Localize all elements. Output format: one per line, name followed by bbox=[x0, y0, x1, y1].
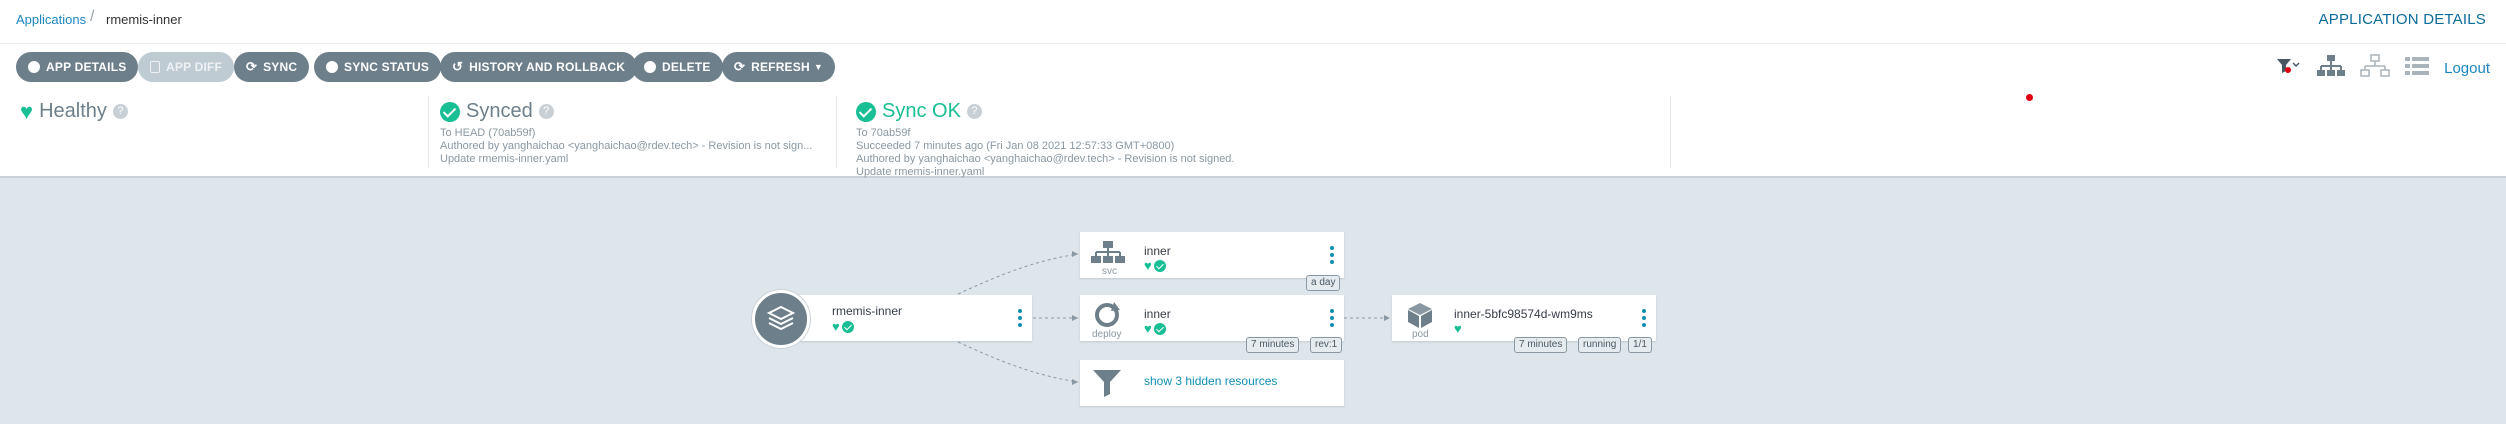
resource-graph: rmemis-inner ♥ svc inner ♥ a day deploy … bbox=[0, 180, 2506, 424]
divider bbox=[428, 96, 429, 168]
check-circle-icon bbox=[440, 101, 460, 122]
pod-kind: pod bbox=[1412, 329, 1429, 340]
operation-author: Authored by yanghaichao <yanghaichao@rde… bbox=[856, 153, 1235, 165]
heart-icon: ♥ bbox=[1144, 321, 1152, 336]
breadcrumb-current: rmemis-inner bbox=[106, 12, 182, 27]
divider bbox=[836, 96, 837, 168]
sync-target: To HEAD (70ab59f) bbox=[440, 127, 536, 139]
pod-name: inner-5bfc98574d-wm9ms bbox=[1454, 307, 1593, 321]
sync-message: Update rmemis-inner.yaml bbox=[440, 153, 569, 165]
operation-title: Sync OK bbox=[882, 100, 961, 122]
app-node-status: ♥ bbox=[832, 319, 854, 334]
deploy-kind: deploy bbox=[1092, 329, 1122, 340]
tree-view-icon[interactable] bbox=[2316, 54, 2346, 83]
sync-status[interactable]: Synced ? To HEAD (70ab59f) Authored by y… bbox=[440, 100, 830, 170]
refresh-button[interactable]: ⟳ REFRESH ▼ bbox=[722, 52, 835, 82]
help-icon[interactable]: ? bbox=[112, 104, 128, 119]
pod-age-badge: 7 minutes bbox=[1514, 337, 1568, 353]
info-icon bbox=[326, 61, 338, 73]
logout-link[interactable]: Logout bbox=[2444, 60, 2490, 77]
pod-state-badge: running bbox=[1578, 337, 1622, 353]
top-header: Applications / rmemis-inner APPLICATION … bbox=[0, 0, 2506, 44]
chevron-down-icon: ▼ bbox=[813, 62, 823, 72]
app-diff-label: APP DIFF bbox=[166, 60, 223, 74]
svc-kind: svc bbox=[1102, 266, 1117, 277]
sync-author: Authored by yanghaichao <yanghaichao@rde… bbox=[440, 140, 813, 152]
operation-message: Update rmemis-inner.yaml bbox=[856, 166, 985, 178]
pod-ready-badge: 1/1 bbox=[1628, 337, 1652, 353]
app-node-name: rmemis-inner bbox=[832, 304, 903, 318]
network-view-icon[interactable] bbox=[2360, 53, 2390, 83]
svc-name: inner bbox=[1144, 244, 1171, 258]
hidden-resources-node[interactable]: show 3 hidden resources bbox=[1080, 360, 1344, 406]
node-menu-icon[interactable] bbox=[1330, 246, 1334, 267]
node-menu-icon[interactable] bbox=[1330, 309, 1334, 330]
app-details-label: APP DETAILS bbox=[46, 60, 127, 74]
list-view-icon[interactable] bbox=[2404, 55, 2430, 82]
filter-icon[interactable] bbox=[2276, 57, 2302, 80]
toolbar: APP DETAILS APP DIFF ⟳ SYNC SYNC STATUS … bbox=[0, 44, 2506, 90]
health-status[interactable]: ♥ Healthy ? bbox=[20, 100, 420, 170]
operation-status[interactable]: Sync OK ? To 70ab59f Succeeded 7 minutes… bbox=[856, 100, 1656, 178]
pod-node[interactable]: pod inner-5bfc98574d-wm9ms ♥ bbox=[1392, 295, 1656, 341]
refresh-icon: ⟳ bbox=[734, 59, 746, 74]
network-icon bbox=[1090, 240, 1126, 269]
deploy-age-badge: 7 minutes bbox=[1246, 337, 1300, 353]
sync-status-button[interactable]: SYNC STATUS bbox=[314, 52, 442, 82]
heart-icon: ♥ bbox=[20, 98, 34, 124]
deploy-status: ♥ bbox=[1144, 321, 1166, 336]
svc-status: ♥ bbox=[1144, 258, 1166, 273]
node-menu-icon[interactable] bbox=[1018, 309, 1022, 330]
status-panel: ♥ Healthy ? Synced ? To HEAD (70ab59f) A… bbox=[0, 90, 2506, 178]
sync-label: SYNC bbox=[263, 60, 298, 74]
app-node[interactable]: rmemis-inner ♥ bbox=[780, 295, 1032, 341]
svc-node[interactable]: svc inner ♥ bbox=[1080, 232, 1344, 278]
info-icon bbox=[28, 61, 40, 73]
heart-icon: ♥ bbox=[1454, 321, 1462, 336]
deploy-node[interactable]: deploy inner ♥ bbox=[1080, 295, 1344, 341]
delete-button[interactable]: DELETE bbox=[632, 52, 723, 82]
sync-icon: ⟳ bbox=[246, 59, 258, 74]
check-circle-icon bbox=[1153, 323, 1166, 335]
sync-button[interactable]: ⟳ SYNC bbox=[234, 52, 310, 82]
operation-time: Succeeded 7 minutes ago (Fri Jan 08 2021… bbox=[856, 140, 1175, 152]
breadcrumb-separator: / bbox=[90, 8, 95, 25]
divider bbox=[1670, 96, 1671, 168]
node-menu-icon[interactable] bbox=[1642, 309, 1646, 330]
app-diff-button[interactable]: APP DIFF bbox=[138, 52, 235, 82]
app-details-button[interactable]: APP DETAILS bbox=[16, 52, 139, 82]
help-icon[interactable]: ? bbox=[538, 104, 554, 119]
refresh-label: REFRESH bbox=[751, 60, 810, 74]
check-circle-icon bbox=[841, 321, 854, 333]
svc-age-badge: a day bbox=[1306, 275, 1341, 291]
help-icon[interactable]: ? bbox=[966, 104, 982, 119]
delete-label: DELETE bbox=[662, 60, 711, 74]
operation-target: To 70ab59f bbox=[856, 127, 911, 139]
notification-dot bbox=[2026, 94, 2033, 101]
deploy-name: inner bbox=[1144, 307, 1171, 321]
pod-status: ♥ bbox=[1454, 321, 1462, 336]
filter-icon bbox=[1092, 368, 1122, 403]
history-rollback-button[interactable]: ↺ HISTORY AND ROLLBACK bbox=[440, 52, 638, 82]
deploy-rev-badge: rev:1 bbox=[1310, 337, 1343, 353]
health-title: Healthy bbox=[39, 100, 107, 122]
check-circle-icon bbox=[1153, 260, 1166, 272]
history-label: HISTORY AND ROLLBACK bbox=[469, 60, 626, 74]
app-icon bbox=[752, 290, 810, 348]
view-switcher: Logout bbox=[2276, 53, 2490, 83]
heart-icon: ♥ bbox=[832, 319, 840, 334]
application-details-link[interactable]: APPLICATION DETAILS bbox=[2319, 11, 2486, 28]
heart-icon: ♥ bbox=[1144, 258, 1152, 273]
delete-icon bbox=[644, 61, 656, 73]
file-icon bbox=[150, 61, 160, 73]
breadcrumb-applications[interactable]: Applications bbox=[16, 12, 86, 27]
history-icon: ↺ bbox=[452, 59, 464, 74]
sync-status-label: SYNC STATUS bbox=[344, 60, 430, 74]
check-circle-icon bbox=[856, 101, 876, 122]
show-hidden-resources-link[interactable]: show 3 hidden resources bbox=[1144, 374, 1277, 388]
sync-title: Synced bbox=[466, 100, 533, 122]
